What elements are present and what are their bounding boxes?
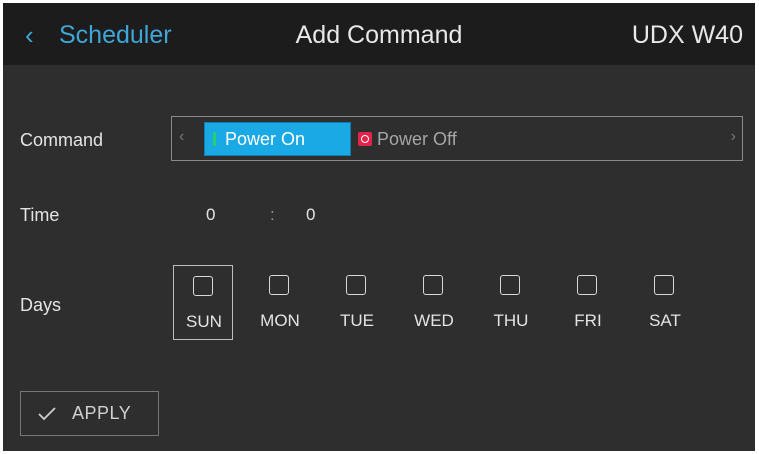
day-sat[interactable]: SAT <box>635 265 695 340</box>
day-label: SUN <box>186 312 222 331</box>
chevron-right-icon[interactable]: › <box>731 128 736 146</box>
chevron-left-icon[interactable]: ‹ <box>179 128 184 146</box>
checkbox[interactable] <box>500 275 520 295</box>
day-thu[interactable]: THU <box>481 265 541 340</box>
day-label: THU <box>493 311 529 330</box>
screen: ‹ Scheduler Add Command UDX W40 Command … <box>3 3 755 451</box>
day-label: MON <box>260 311 300 330</box>
command-selector[interactable]: ‹ Power On Power Off › <box>171 116 743 161</box>
checkbox[interactable] <box>577 275 597 295</box>
day-label: TUE <box>340 311 374 330</box>
power-on-icon <box>213 132 216 146</box>
days-label: Days <box>20 295 62 315</box>
checkmark-icon <box>38 406 56 420</box>
power-off-icon <box>358 132 372 146</box>
apply-label: APPLY <box>72 403 132 423</box>
days-selector: SUN MON TUE WED THU FRI SAT <box>171 265 711 345</box>
time-minute[interactable]: 0 <box>306 205 315 225</box>
time-separator: : <box>270 205 275 224</box>
checkbox[interactable] <box>346 275 366 295</box>
day-tue[interactable]: TUE <box>327 265 387 340</box>
checkbox[interactable] <box>423 275 443 295</box>
checkbox[interactable] <box>654 275 674 295</box>
day-label: SAT <box>649 311 681 330</box>
day-sun[interactable]: SUN <box>173 265 233 340</box>
checkbox[interactable] <box>193 276 213 296</box>
time-label: Time <box>20 205 60 225</box>
device-name: UDX W40 <box>631 21 743 49</box>
day-label: FRI <box>574 311 602 330</box>
day-fri[interactable]: FRI <box>558 265 618 340</box>
header-bar: ‹ Scheduler Add Command UDX W40 <box>3 3 755 65</box>
time-hour[interactable]: 0 <box>206 205 215 225</box>
option-label: Power Off <box>377 128 457 149</box>
option-power-on[interactable]: Power On <box>204 122 351 156</box>
option-label: Power On <box>225 128 306 149</box>
day-wed[interactable]: WED <box>404 265 464 340</box>
day-mon[interactable]: MON <box>250 265 310 340</box>
checkbox[interactable] <box>269 275 289 295</box>
apply-button[interactable]: APPLY <box>20 391 159 436</box>
day-label: WED <box>414 311 454 330</box>
option-power-off[interactable]: Power Off <box>358 122 457 156</box>
command-label: Command <box>20 130 104 150</box>
